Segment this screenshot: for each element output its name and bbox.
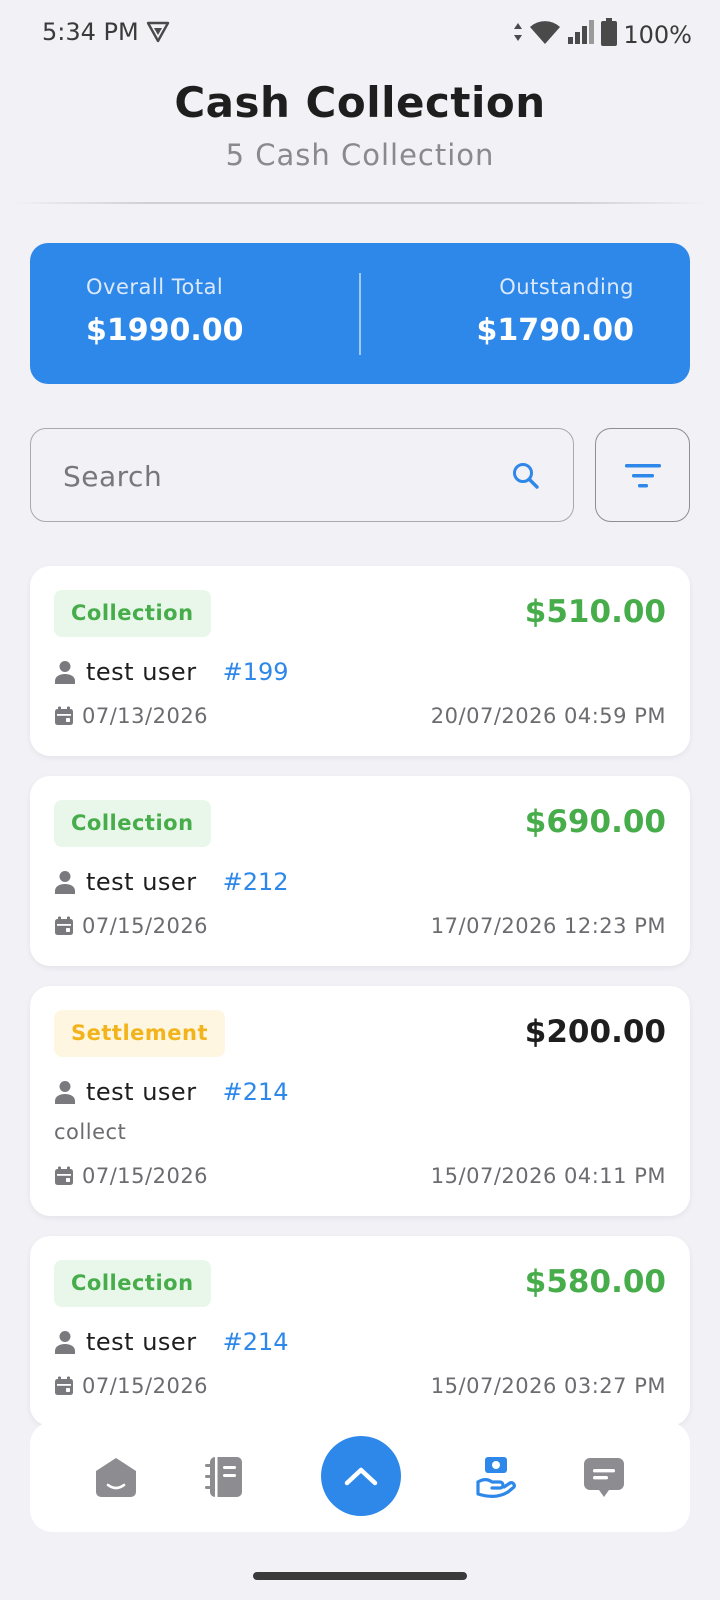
amount: $690.00: [524, 804, 666, 840]
vpn-shield-icon: [146, 20, 170, 48]
user-name: test user: [86, 1328, 197, 1356]
page-title: Cash Collection: [174, 78, 546, 127]
type-badge: Collection: [54, 590, 211, 637]
signal-icon: [567, 19, 595, 51]
cash-hand-icon: [476, 1457, 516, 1498]
scroll-top-button[interactable]: [321, 1436, 401, 1516]
date-row: 07/13/2026: [54, 704, 208, 728]
user-icon: [55, 1081, 75, 1104]
summary-divider: [359, 273, 361, 355]
battery-icon: [601, 18, 618, 52]
user-row: test user #212: [54, 868, 289, 896]
chat-icon: [584, 1458, 624, 1497]
date-row: 07/15/2026: [54, 1164, 208, 1188]
transaction-card[interactable]: Settlement $200.00 test user #214 collec…: [30, 986, 690, 1216]
transaction-card[interactable]: Collection $690.00 test user #212 07/15/…: [30, 776, 690, 966]
user-name: test user: [86, 658, 197, 686]
order-id[interactable]: #214: [223, 1328, 289, 1356]
summary-card: Overall Total $1990.00 Outstanding $1790…: [30, 243, 690, 384]
data-arrows-icon: [513, 21, 523, 49]
due-date: 07/15/2026: [82, 1374, 209, 1398]
outstanding-value: $1790.00: [476, 313, 634, 348]
user-icon: [55, 871, 75, 894]
type-badge: Collection: [54, 1260, 211, 1307]
due-date: 07/13/2026: [82, 704, 209, 728]
wifi-icon: [529, 19, 561, 51]
calendar-icon: [55, 706, 73, 725]
order-id[interactable]: #199: [223, 658, 289, 686]
due-date: 07/15/2026: [82, 914, 209, 938]
user-row: test user #214: [54, 1078, 289, 1106]
calendar-icon: [55, 916, 73, 935]
user-row: test user #199: [54, 658, 289, 686]
notebook-icon: [205, 1457, 242, 1497]
overall-total-label: Overall Total: [86, 275, 224, 299]
battery-percent: 100%: [623, 21, 692, 49]
created-datetime: 15/07/2026 03:27 PM: [430, 1374, 666, 1398]
amount: $510.00: [524, 594, 666, 630]
note-text: collect: [54, 1120, 127, 1144]
calendar-icon: [55, 1376, 73, 1395]
order-id[interactable]: #214: [223, 1078, 289, 1106]
amount: $200.00: [524, 1014, 666, 1050]
nav-home[interactable]: [84, 1422, 148, 1532]
status-bar: 5:34 PM 100%: [0, 0, 720, 64]
date-row: 07/15/2026: [54, 914, 208, 938]
overall-total-value: $1990.00: [86, 313, 244, 348]
nav-ledger[interactable]: [192, 1422, 256, 1532]
page-subtitle: 5 Cash Collection: [225, 138, 495, 172]
user-name: test user: [86, 868, 197, 896]
status-time: 5:34 PM: [42, 18, 139, 46]
date-row: 07/15/2026: [54, 1374, 208, 1398]
user-icon: [55, 1331, 75, 1354]
calendar-icon: [55, 1166, 73, 1185]
amount: $580.00: [524, 1264, 666, 1300]
user-icon: [55, 661, 75, 684]
status-right: 100%: [513, 18, 692, 52]
filter-button[interactable]: [595, 428, 690, 522]
home-icon: [96, 1458, 136, 1497]
bottom-nav: [30, 1422, 690, 1532]
home-indicator[interactable]: [253, 1572, 467, 1580]
created-datetime: 20/07/2026 04:59 PM: [430, 704, 666, 728]
created-datetime: 17/07/2026 12:23 PM: [430, 914, 666, 938]
filter-icon: [625, 464, 661, 488]
search-input[interactable]: [61, 429, 485, 523]
nav-cash-collection[interactable]: [464, 1422, 528, 1532]
user-name: test user: [86, 1078, 197, 1106]
type-badge: Collection: [54, 800, 211, 847]
nav-messages[interactable]: [572, 1422, 636, 1532]
due-date: 07/15/2026: [82, 1164, 209, 1188]
outstanding-label: Outstanding: [499, 275, 634, 299]
search-box[interactable]: [30, 428, 574, 523]
type-badge: Settlement: [54, 1010, 225, 1057]
outstanding-total: Outstanding $1790.00: [476, 243, 634, 384]
chevron-up-icon: [344, 1467, 378, 1486]
overall-total: Overall Total $1990.00: [86, 243, 244, 384]
created-datetime: 15/07/2026 04:11 PM: [430, 1164, 666, 1188]
transaction-card[interactable]: Collection $510.00 test user #199 07/13/…: [30, 566, 690, 756]
order-id[interactable]: #212: [223, 868, 289, 896]
search-icon[interactable]: [511, 461, 541, 495]
header-divider: [10, 202, 710, 204]
user-row: test user #214: [54, 1328, 289, 1356]
transaction-card[interactable]: Collection $580.00 test user #214 07/15/…: [30, 1236, 690, 1426]
